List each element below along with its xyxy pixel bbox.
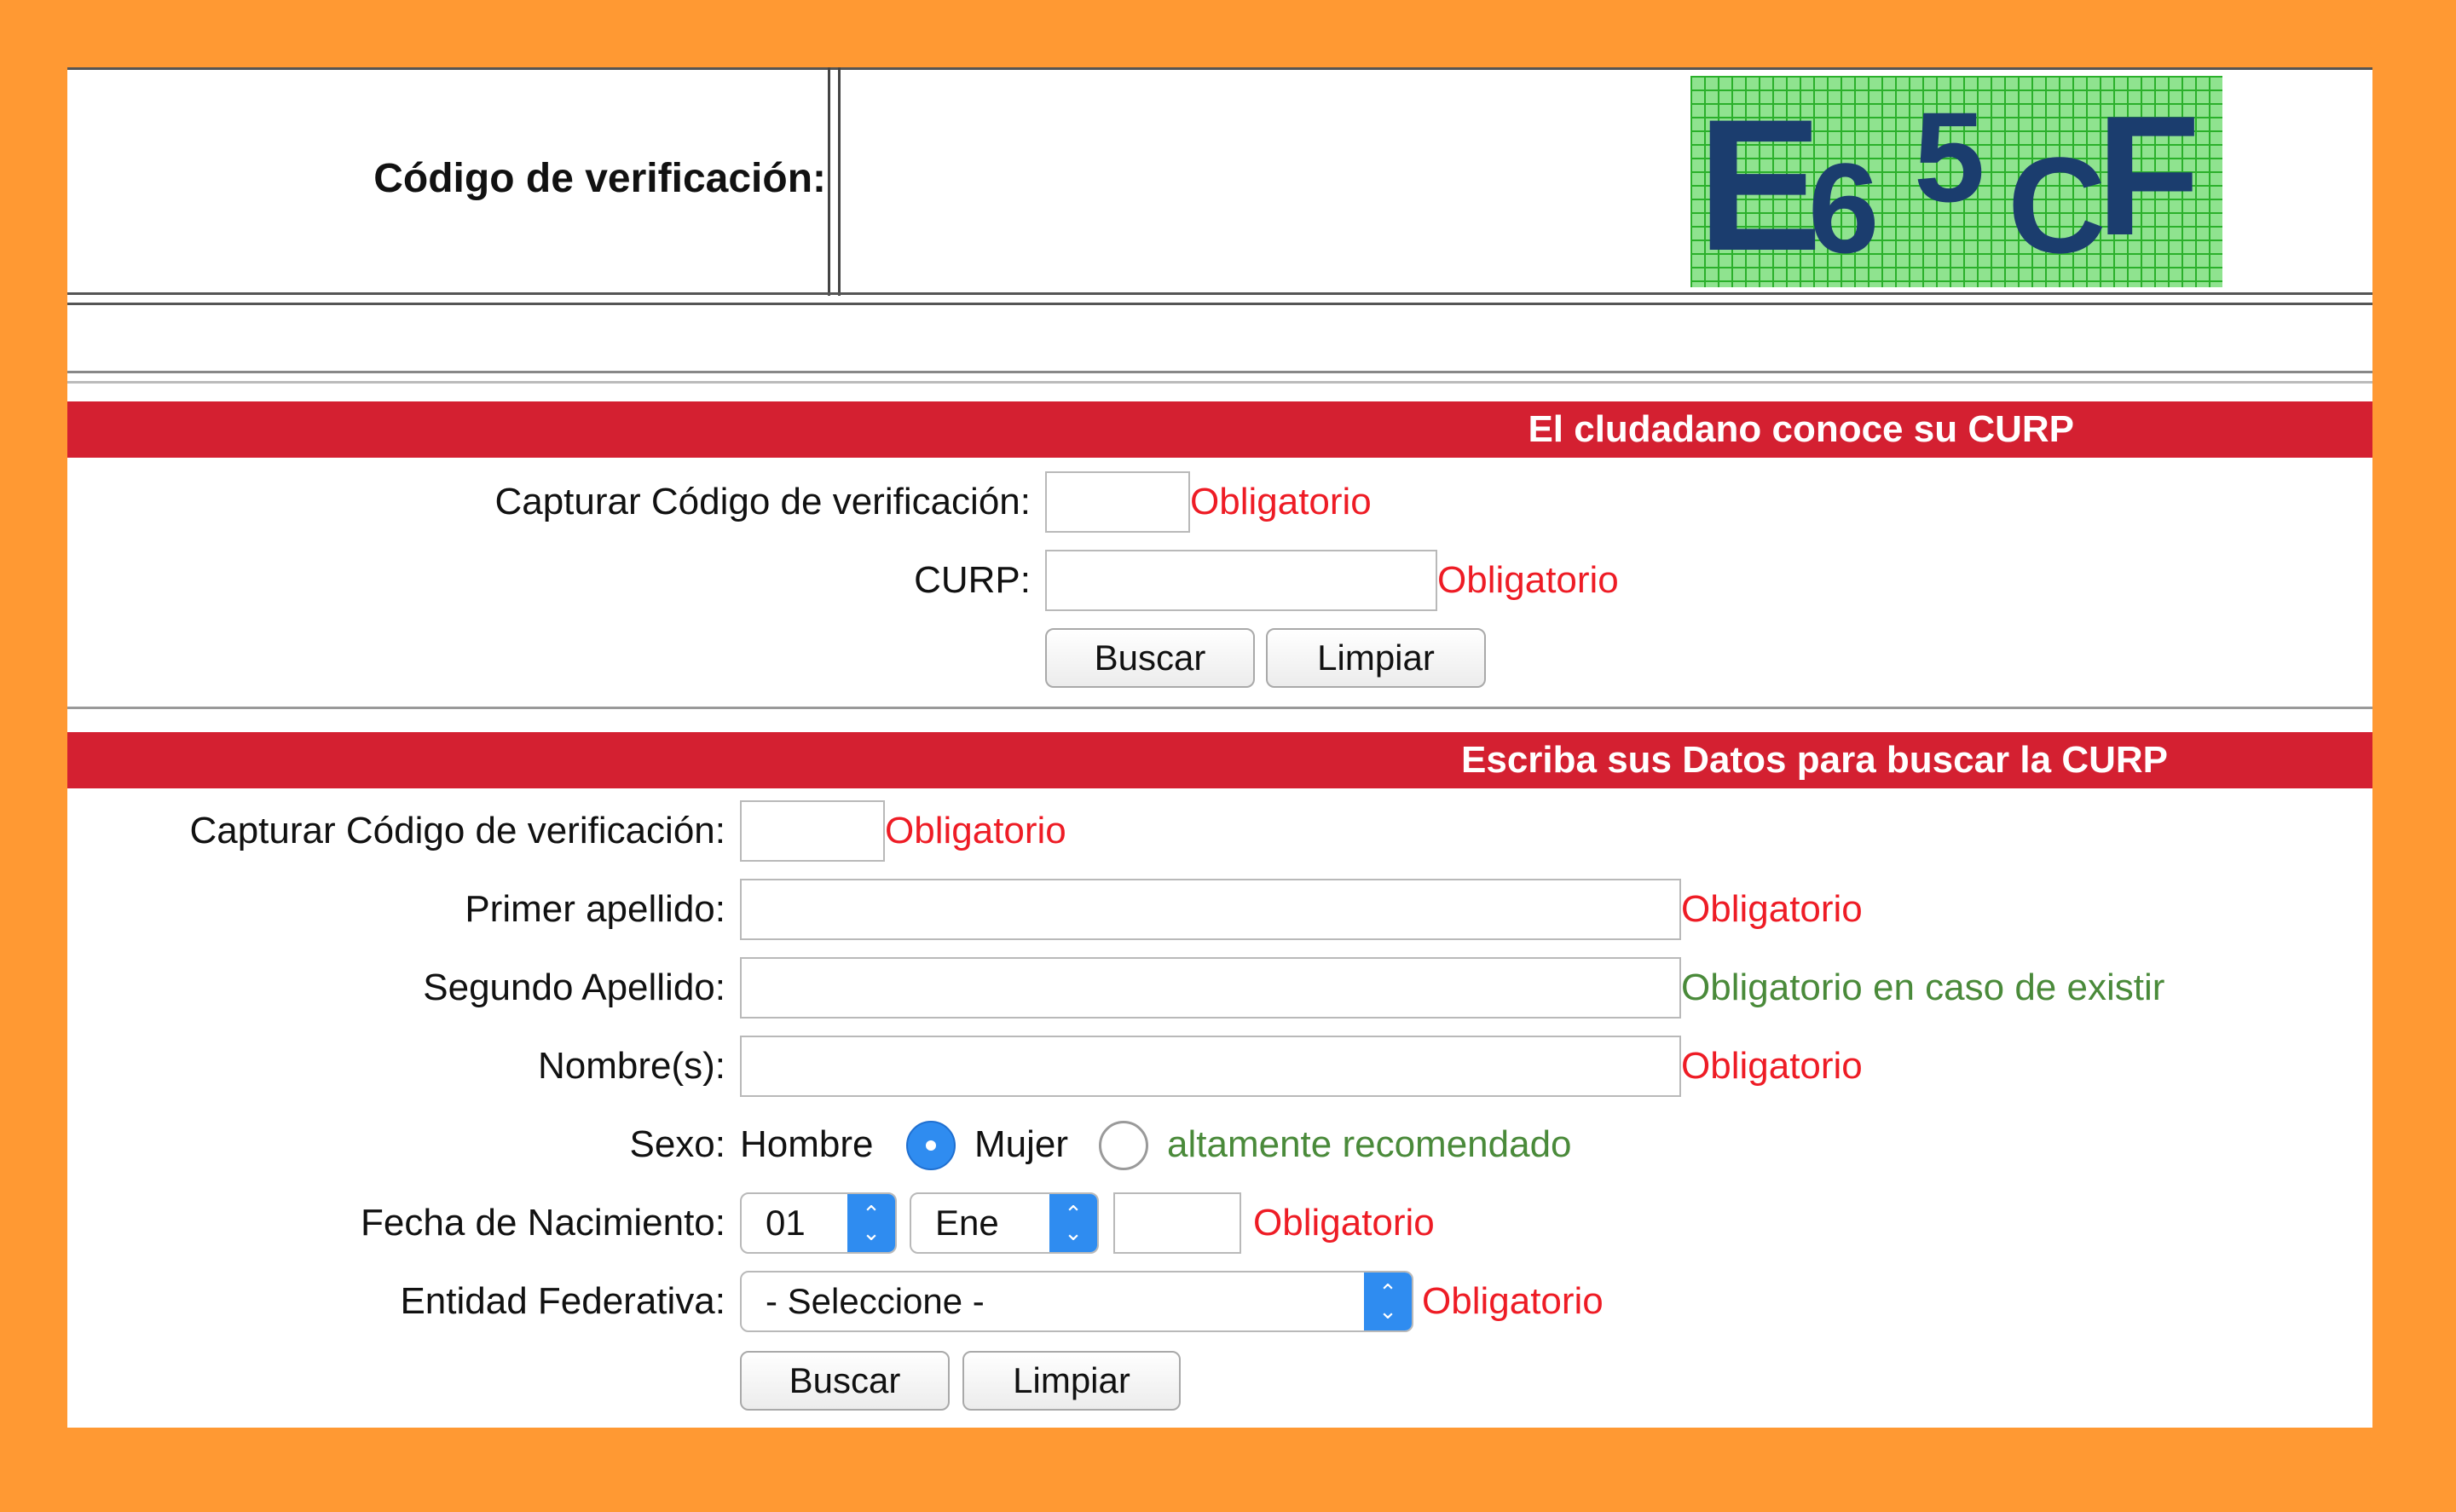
s2-captcha-required: Obligatorio [885,810,1066,851]
divider-5 [67,707,2372,709]
names-label: Nombre(s): [537,1045,725,1087]
chevron-updown-icon: ⌃ ⌄ [847,1194,895,1252]
section-known-curp-header: El cludadano conoce su CURP [67,401,2372,458]
second-surname-input[interactable] [740,957,1681,1019]
divider-3 [67,371,2372,373]
birth-day-value: 01 [766,1203,806,1243]
state-select[interactable]: - Seleccione - ⌃ ⌄ [740,1271,1413,1332]
curp-input[interactable] [1045,550,1437,611]
s1-captcha-input[interactable] [1045,471,1190,533]
s2-captcha-label: Capturar Código de verificación: [189,810,725,851]
divider-1 [67,292,2372,295]
first-surname-label: Primer apellido: [465,888,725,930]
captcha-image: E 6 5 C F [1690,76,2222,287]
names-required: Obligatorio [1681,1045,1863,1087]
chevron-updown-icon: ⌃ ⌄ [1049,1194,1097,1252]
chevron-updown-icon: ⌃ ⌄ [1364,1273,1412,1330]
birth-label: Fecha de Nacimiento: [361,1202,725,1244]
captcha-char-4: C [2008,129,2106,281]
form-panel: Código de verificación: E 6 5 C F El clu… [67,67,2372,1428]
birth-month-select[interactable]: Ene ⌃ ⌄ [910,1192,1099,1254]
section-known-curp-title: El cludadano conoce su CURP [1528,408,2074,450]
first-surname-input[interactable] [740,879,1681,940]
second-surname-label: Segundo Apellido: [423,967,725,1008]
s2-captcha-input[interactable] [740,800,885,862]
s2-search-button[interactable]: Buscar [740,1351,950,1411]
sex-male-radio[interactable] [906,1121,956,1170]
state-label: Entidad Federativa: [400,1280,725,1322]
s1-curp-required: Obligatorio [1437,559,1619,601]
captcha-char-5: F [2096,81,2201,271]
captcha-char-1: E [1697,80,1823,287]
names-input[interactable] [740,1036,1681,1097]
first-surname-required: Obligatorio [1681,888,1863,930]
second-surname-note: Obligatorio en caso de existir [1681,967,2165,1008]
s1-curp-label: CURP: [914,559,1031,601]
birth-day-select[interactable]: 01 ⌃ ⌄ [740,1192,897,1254]
captcha-char-3: 5 [1914,85,1985,228]
captcha-divider-2 [838,67,841,296]
section-search-data-title: Escriba sus Datos para buscar la CURP [1461,739,2168,781]
section-search-data-header: Escriba sus Datos para buscar la CURP [67,732,2372,788]
birth-year-input[interactable] [1113,1192,1241,1254]
s1-captcha-required: Obligatorio [1190,481,1372,522]
s1-search-button[interactable]: Buscar [1045,628,1255,688]
s1-captcha-label: Capturar Código de verificación: [494,481,1031,522]
captcha-label: Código de verificación: [67,67,826,289]
sex-note: altamente recomendado [1167,1123,1572,1165]
sex-male-label: Hombre [740,1123,874,1165]
s1-clear-button[interactable]: Limpiar [1266,628,1486,688]
captcha-label-text: Código de verificación: [373,155,826,201]
captcha-divider [828,67,830,296]
state-required: Obligatorio [1422,1280,1604,1322]
sex-female-label: Mujer [974,1123,1069,1165]
divider-2 [67,303,2372,305]
s2-clear-button[interactable]: Limpiar [962,1351,1181,1411]
birth-month-value: Ene [935,1203,999,1243]
state-select-value: - Seleccione - [766,1281,985,1321]
birth-required: Obligatorio [1253,1202,1435,1244]
sex-label: Sexo: [629,1123,725,1165]
sex-female-radio[interactable] [1099,1121,1148,1170]
captcha-char-2: 6 [1808,136,1880,280]
divider-4 [67,381,2372,384]
